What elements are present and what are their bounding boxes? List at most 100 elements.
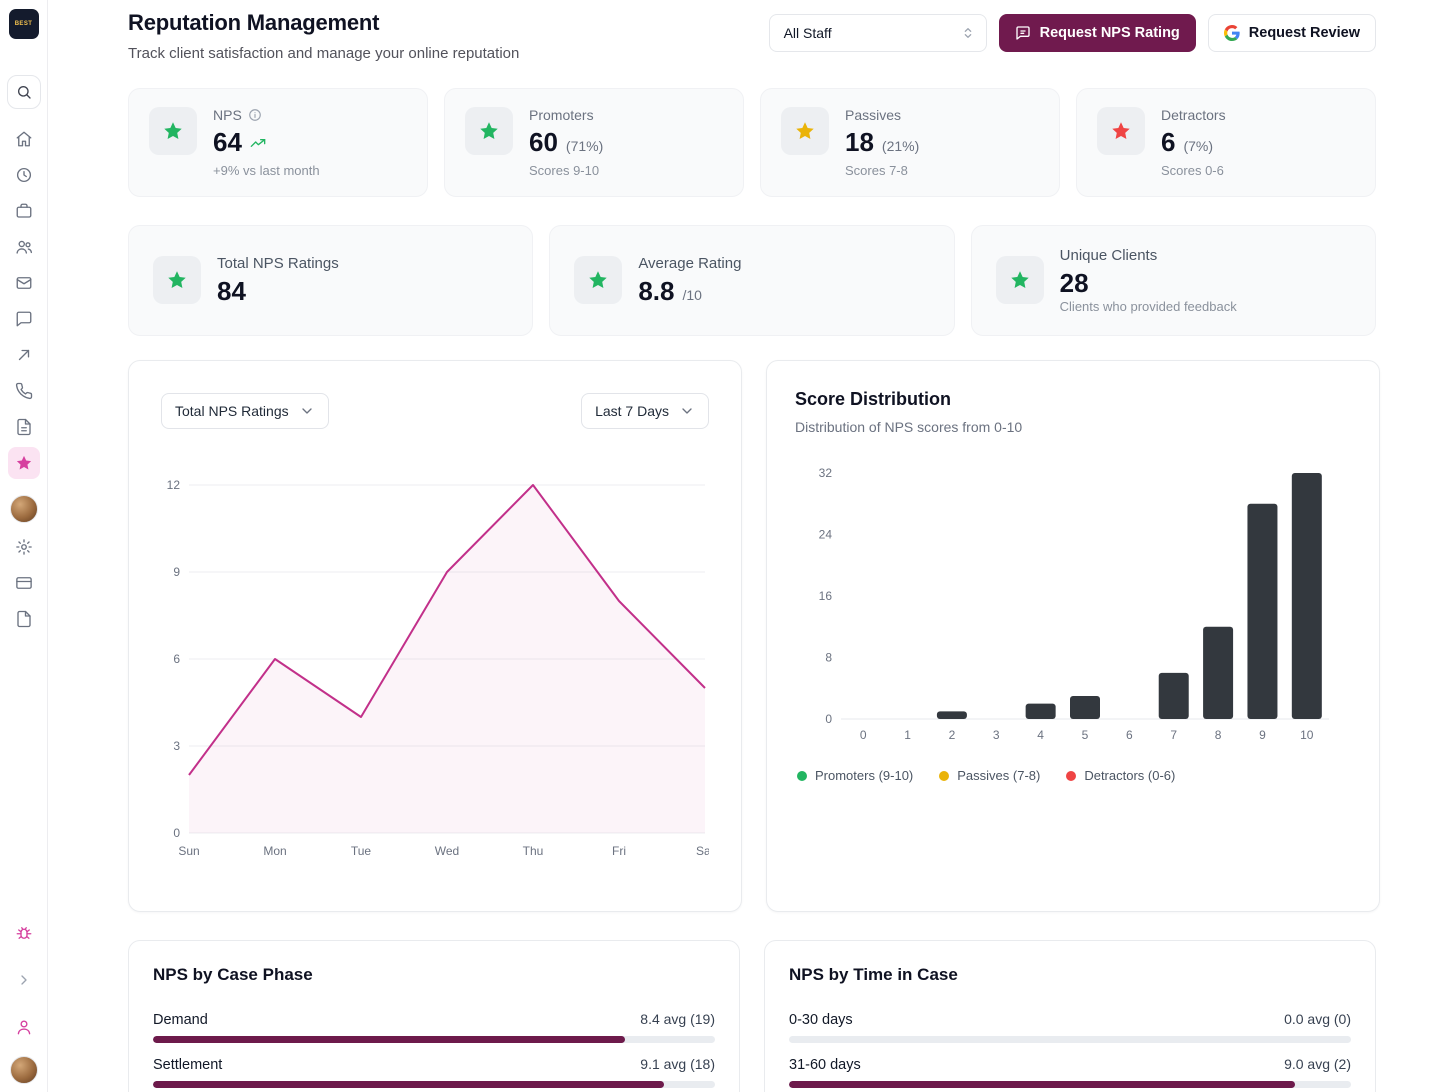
- metric-dropdown[interactable]: Total NPS Ratings: [161, 393, 329, 429]
- chevrons-up-down-icon: [960, 25, 976, 41]
- svg-text:Fri: Fri: [612, 844, 626, 858]
- svg-text:Tue: Tue: [351, 844, 372, 858]
- detractors-pct: (7%): [1183, 139, 1213, 154]
- metric-dropdown-value: Total NPS Ratings: [175, 403, 289, 419]
- star-green-icon: [587, 269, 609, 291]
- svg-text:Wed: Wed: [435, 844, 459, 858]
- score-distribution-bar-chart: 08162432012345678910: [795, 463, 1351, 747]
- metric-value: 0.0 avg (0): [1284, 1011, 1351, 1027]
- sidebar: BEST: [0, 0, 48, 1092]
- svg-text:8: 8: [1215, 728, 1222, 742]
- svg-text:0: 0: [825, 712, 832, 726]
- sidebar-user-avatar[interactable]: [10, 495, 38, 523]
- app-logo-text: BEST: [15, 21, 33, 27]
- case-phase-title: NPS by Case Phase: [153, 965, 715, 985]
- sidebar-item-contacts[interactable]: [8, 231, 40, 263]
- average-rating-value: 8.8: [638, 277, 674, 306]
- total-ratings-label: Total NPS Ratings: [217, 255, 339, 272]
- staff-filter-select[interactable]: All Staff: [769, 14, 987, 52]
- page-title: Reputation Management: [128, 10, 519, 36]
- request-nps-button[interactable]: Request NPS Rating: [999, 14, 1196, 52]
- svg-text:0: 0: [173, 826, 180, 840]
- history-icon: [15, 166, 33, 184]
- promoters-value: 60: [529, 128, 558, 157]
- sidebar-search-button[interactable]: [7, 75, 41, 109]
- sidebar-item-history[interactable]: [8, 159, 40, 191]
- legend-label: Passives (7-8): [957, 768, 1040, 783]
- main-content: Reputation Management Track client satis…: [48, 0, 1456, 1092]
- svg-text:6: 6: [1126, 728, 1133, 742]
- unique-clients-card: Unique Clients 28 Clients who provided f…: [971, 225, 1376, 337]
- detractors-sub: Scores 0-6: [1161, 163, 1226, 178]
- message-bubble-icon: [1015, 25, 1031, 41]
- header-controls: All Staff Request NPS Rating Request Rev…: [769, 14, 1376, 52]
- sidebar-item-home[interactable]: [8, 123, 40, 155]
- search-icon: [16, 84, 32, 100]
- users-icon: [15, 238, 33, 256]
- nps-value: 64: [213, 128, 242, 157]
- svg-text:5: 5: [1082, 728, 1089, 742]
- star-green-icon: [166, 269, 188, 291]
- nps-trend-line-chart: 036912SunMonTueWedThuFriSat: [161, 475, 709, 863]
- passives-card: Passives 18 (21%) Scores 7-8: [760, 88, 1060, 197]
- sidebar-item-messages[interactable]: [8, 303, 40, 335]
- score-distribution-subtitle: Distribution of NPS scores from 0-10: [795, 419, 1351, 435]
- unique-clients-value: 28: [1060, 269, 1089, 298]
- promoters-label: Promoters: [529, 107, 594, 123]
- legend-dot: [1066, 771, 1076, 781]
- briefcase-icon: [15, 202, 33, 220]
- passives-icon-tile: [781, 107, 829, 155]
- metric-label: Demand: [153, 1012, 208, 1028]
- total-ratings-value: 84: [217, 277, 246, 306]
- trend-up-icon: [250, 135, 266, 151]
- svg-text:3: 3: [993, 728, 1000, 742]
- phone-icon: [15, 382, 33, 400]
- chevron-down-icon: [299, 403, 315, 419]
- metric-value: 8.4 avg (19): [640, 1011, 715, 1027]
- legend-label: Detractors (0-6): [1084, 768, 1175, 783]
- profile-link-button[interactable]: [8, 1011, 40, 1043]
- legend-item: Detractors (0-6): [1066, 768, 1175, 783]
- svg-text:2: 2: [949, 728, 956, 742]
- google-icon: [1224, 25, 1240, 41]
- case-phase-meters: Demand8.4 avg (19)Settlement9.1 avg (18)…: [153, 1011, 715, 1092]
- nps-label: NPS: [213, 107, 242, 123]
- promoters-card: Promoters 60 (71%) Scores 9-10: [444, 88, 744, 197]
- sidebar-item-settings[interactable]: [8, 531, 40, 563]
- nps-trend: +9% vs last month: [213, 163, 320, 178]
- legend-label: Promoters (9-10): [815, 768, 913, 783]
- bottom-avatar[interactable]: [10, 1056, 38, 1084]
- sidebar-item-billing[interactable]: [8, 567, 40, 599]
- metric-label: 31-60 days: [789, 1057, 861, 1073]
- unique-clients-label: Unique Clients: [1060, 247, 1158, 264]
- stats-row-1: NPS 64 +9% vs last month Promoters 60 (7…: [128, 88, 1376, 197]
- sidebar-item-calls[interactable]: [8, 375, 40, 407]
- svg-text:0: 0: [860, 728, 867, 742]
- svg-text:8: 8: [825, 651, 832, 665]
- staff-filter-value: All Staff: [784, 25, 832, 41]
- legend-dot: [797, 771, 807, 781]
- collapse-chevron-button[interactable]: [8, 964, 40, 996]
- app-logo[interactable]: BEST: [9, 9, 39, 39]
- svg-text:7: 7: [1170, 728, 1177, 742]
- sidebar-item-share[interactable]: [8, 339, 40, 371]
- passives-sub: Scores 7-8: [845, 163, 919, 178]
- info-icon[interactable]: [248, 108, 262, 122]
- score-distribution-legend: Promoters (9-10) Passives (7-8) Detractors…: [795, 768, 1351, 783]
- date-range-dropdown[interactable]: Last 7 Days: [581, 393, 709, 429]
- sidebar-item-mail[interactable]: [8, 267, 40, 299]
- svg-text:24: 24: [819, 528, 833, 542]
- promoters-pct: (71%): [566, 139, 603, 154]
- bug-report-button[interactable]: [8, 917, 40, 949]
- date-range-value: Last 7 Days: [595, 403, 669, 419]
- svg-text:Thu: Thu: [523, 844, 544, 858]
- page-header: Reputation Management Track client satis…: [128, 10, 1376, 62]
- legend-item: Passives (7-8): [939, 768, 1040, 783]
- sidebar-item-cases[interactable]: [8, 195, 40, 227]
- chat-icon: [15, 310, 33, 328]
- sidebar-item-reputation[interactable]: [8, 447, 40, 479]
- sidebar-item-notes[interactable]: [8, 603, 40, 635]
- sidebar-item-documents[interactable]: [8, 411, 40, 443]
- total-ratings-card: Total NPS Ratings 84: [128, 225, 533, 337]
- request-review-button[interactable]: Request Review: [1208, 14, 1376, 52]
